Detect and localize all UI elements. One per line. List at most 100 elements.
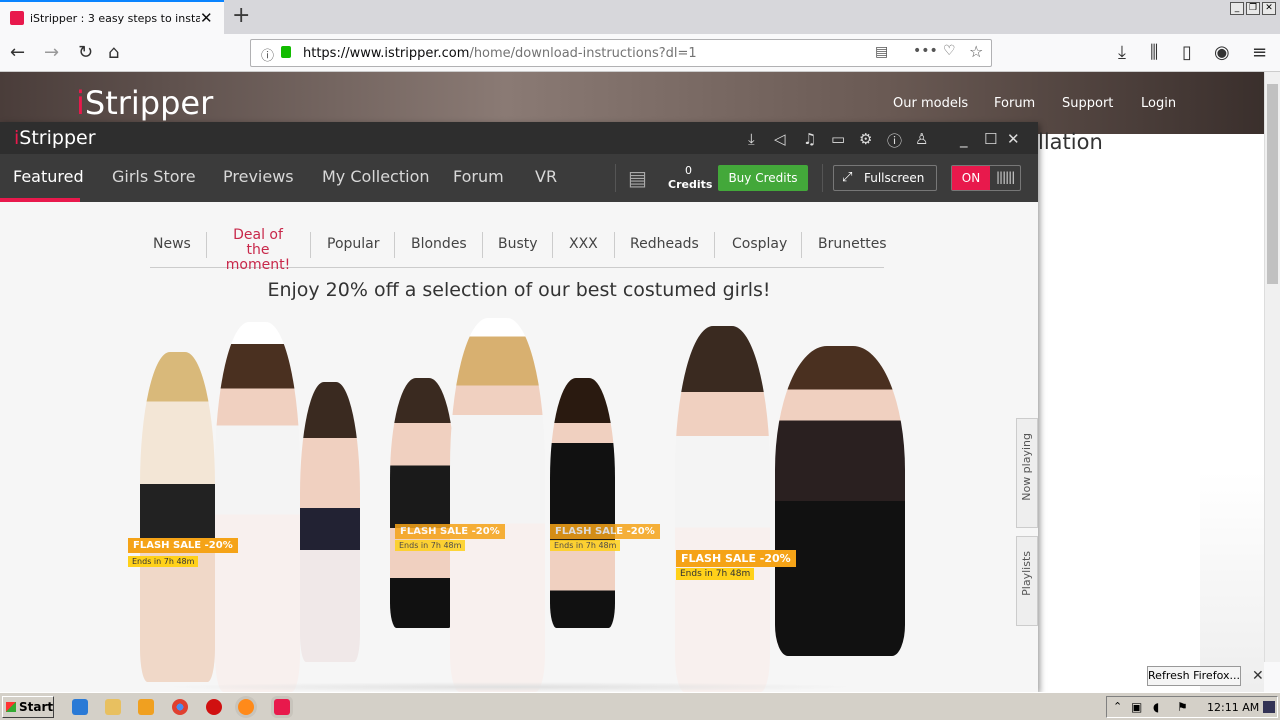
start-button[interactable]: Start <box>2 696 54 718</box>
subnav-divider <box>552 232 553 258</box>
announce-icon[interactable]: ◁ <box>774 130 786 148</box>
scrollbar-thumb[interactable] <box>1267 84 1278 284</box>
media-player-icon[interactable] <box>138 699 154 715</box>
network-icon[interactable]: ▣ <box>1131 700 1142 714</box>
bookmark-star-icon[interactable]: ☆ <box>969 42 983 61</box>
flash-sale-badge: FLASH SALE -20% <box>676 550 796 567</box>
menu-vr[interactable]: VR <box>535 167 557 186</box>
menu-featured[interactable]: Featured <box>13 167 84 186</box>
menu-icon[interactable]: ≡ <box>1252 42 1267 63</box>
subnav-cosplay[interactable]: Cosplay <box>732 236 787 252</box>
app-maximize-icon[interactable]: ☐ <box>984 130 997 148</box>
credits-display[interactable]: ▤ 0 Credits <box>628 162 714 196</box>
credits-label: Credits <box>668 178 713 191</box>
back-icon[interactable]: ← <box>10 42 25 63</box>
flash-sale-badge: FLASH SALE -20% <box>128 538 238 553</box>
settings-icon[interactable]: ⚙ <box>859 130 872 148</box>
playlists-tab[interactable]: Playlists <box>1016 536 1038 626</box>
flag-icon[interactable]: ⚑ <box>1177 700 1188 714</box>
music-icon[interactable]: ♫ <box>803 130 816 148</box>
model-card-group-2[interactable]: FLASH SALE -20% Ends in 7h 48m FLASH SAL… <box>390 318 660 692</box>
page-actions-icon[interactable]: ••• <box>913 43 938 59</box>
site-nav-our-models[interactable]: Our models <box>893 96 968 111</box>
menu-my-collection[interactable]: My Collection <box>322 167 430 186</box>
close-tab-icon[interactable]: ✕ <box>200 9 213 27</box>
subnav-news[interactable]: News <box>153 236 191 252</box>
subnav-blondes[interactable]: Blondes <box>411 236 467 252</box>
opera-icon[interactable] <box>206 699 222 715</box>
chrome-icon[interactable] <box>172 699 188 715</box>
model-card-group-1[interactable]: FLASH SALE -20% Ends in 7h 48m <box>120 322 380 692</box>
subnav-divider <box>614 232 615 258</box>
refresh-firefox-button[interactable]: Refresh Firefox... <box>1147 666 1241 686</box>
reader-view-icon[interactable]: ▤ <box>875 44 888 60</box>
app-close-icon[interactable]: ✕ <box>1007 130 1020 148</box>
download-icon[interactable]: ⤓ <box>1118 42 1126 63</box>
app-menu-bar: Featured Girls Store Previews My Collect… <box>0 154 1038 202</box>
now-playing-tab[interactable]: Now playing <box>1016 418 1038 528</box>
site-nav-login[interactable]: Login <box>1141 96 1176 111</box>
site-logo[interactable]: iStripper <box>76 84 213 122</box>
tab-strip: iStripper : 3 easy steps to install iS ✕… <box>0 0 1280 34</box>
folder-icon[interactable] <box>105 699 121 715</box>
volume-icon[interactable]: ◖ <box>1153 700 1159 714</box>
fullscreen-button[interactable]: ⤢ Fullscreen <box>833 165 937 191</box>
model-figure <box>550 378 615 628</box>
account-icon[interactable]: ◉ <box>1214 42 1230 63</box>
subnav-divider <box>801 232 802 258</box>
featured-content: News Deal of the moment! Popular Blondes… <box>0 202 1038 692</box>
download-icon[interactable]: ⤓ <box>748 130 755 148</box>
internet-explorer-icon[interactable] <box>72 699 88 715</box>
subnav-popular[interactable]: Popular <box>327 236 380 252</box>
tray-expand-icon[interactable]: ⌃ <box>1113 700 1122 713</box>
menu-girls-store[interactable]: Girls Store <box>112 167 196 186</box>
clock[interactable]: 12:11 AM <box>1207 701 1259 714</box>
model-card-group-3[interactable]: FLASH SALE -20% Ends in 7h 48m <box>670 326 920 692</box>
page-scrollbar[interactable] <box>1264 72 1280 662</box>
istripper-taskbar-icon[interactable] <box>274 699 290 715</box>
app-minimize-icon[interactable]: _ <box>960 130 968 148</box>
reload-icon[interactable]: ↻ <box>78 42 93 63</box>
restore-window-button[interactable]: ❐ <box>1246 2 1260 15</box>
sidebar-icon[interactable]: ▯ <box>1182 42 1192 63</box>
pocket-icon[interactable]: ♡ <box>943 43 956 59</box>
show-desktop-icon[interactable] <box>1263 701 1275 713</box>
user-icon[interactable]: ♙ <box>915 130 928 148</box>
display-icon[interactable]: ▭ <box>831 130 845 148</box>
browser-tab[interactable]: iStripper : 3 easy steps to install iS ✕ <box>0 0 224 34</box>
notification-close-icon[interactable]: ✕ <box>1252 668 1264 684</box>
playlists-label: Playlists <box>1020 551 1033 596</box>
tab-title: iStripper : 3 easy steps to install iS <box>30 12 200 25</box>
subnav-busty[interactable]: Busty <box>498 236 538 252</box>
on-off-toggle[interactable]: ON |||||| <box>951 165 1021 191</box>
firefox-icon[interactable] <box>238 699 254 715</box>
floor-shadow <box>160 682 860 692</box>
menu-forum[interactable]: Forum <box>453 167 504 186</box>
lock-icon[interactable] <box>281 46 291 58</box>
minimize-window-button[interactable]: _ <box>1230 2 1244 15</box>
subnav-xxx[interactable]: XXX <box>569 236 598 252</box>
model-figure <box>450 318 545 692</box>
buy-credits-button[interactable]: Buy Credits <box>718 165 808 191</box>
site-nav-forum[interactable]: Forum <box>994 96 1035 111</box>
library-icon[interactable]: ⫼ <box>1150 42 1158 63</box>
fullscreen-label: Fullscreen <box>864 171 925 185</box>
navigation-bar: ← → ↻ ⌂ ⓘ https://www.istripper.com/home… <box>0 34 1280 72</box>
menu-previews[interactable]: Previews <box>223 167 294 186</box>
info-icon[interactable]: ⓘ <box>887 130 902 151</box>
subnav-brunettes[interactable]: Brunettes <box>818 236 887 252</box>
promo-headline: Enjoy 20% off a selection of our best co… <box>267 279 771 301</box>
site-nav-support[interactable]: Support <box>1062 96 1113 111</box>
close-window-button[interactable]: ✕ <box>1262 2 1276 15</box>
forward-icon[interactable]: → <box>44 42 59 63</box>
subnav-deal-of-the-moment[interactable]: Deal of the moment! <box>222 228 294 273</box>
sale-ends-badge: Ends in 7h 48m <box>128 556 199 567</box>
new-tab-button[interactable]: + <box>232 3 250 28</box>
subnav-divider <box>394 232 395 258</box>
info-icon[interactable]: ⓘ <box>261 45 274 64</box>
url-bar[interactable]: ⓘ https://www.istripper.com/home/downloa… <box>250 39 992 67</box>
subnav-redheads[interactable]: Redheads <box>630 236 699 252</box>
home-icon[interactable]: ⌂ <box>108 42 119 63</box>
credits-count: 0 <box>685 164 692 177</box>
expand-icon: ⤢ <box>842 170 853 185</box>
